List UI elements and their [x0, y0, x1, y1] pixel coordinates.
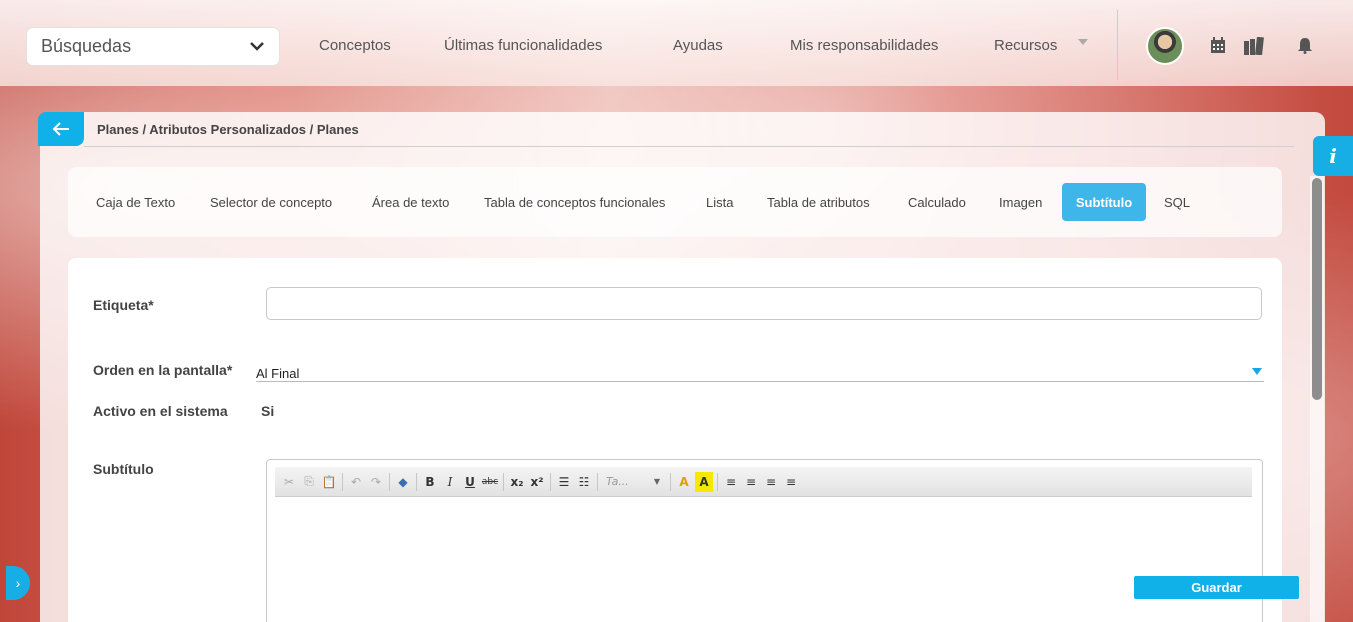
back-button[interactable] [38, 112, 84, 146]
bulleted-list-icon[interactable]: ☷ [575, 472, 593, 492]
caret-down-icon [1252, 368, 1262, 375]
tab-tabla-de-atributos[interactable]: Tabla de atributos [767, 195, 870, 210]
tab-caja-de-texto[interactable]: Caja de Texto [96, 195, 175, 210]
italic-icon[interactable]: I [441, 472, 459, 492]
books-icon[interactable] [1244, 37, 1264, 55]
header-divider [1117, 10, 1118, 80]
toolbar-separator [717, 472, 718, 491]
chevron-down-icon [250, 42, 264, 51]
cut-icon[interactable]: ✂ [280, 472, 298, 492]
toolbar-separator [342, 472, 343, 491]
breadcrumb: Planes / Atributos Personalizados / Plan… [97, 122, 359, 137]
calendar-icon[interactable] [1210, 37, 1226, 54]
toolbar-separator [550, 472, 551, 491]
chevron-right-icon: › [15, 575, 21, 591]
align-justify-icon[interactable]: ≡ [782, 472, 800, 492]
search-select-value: Búsquedas [41, 36, 132, 56]
tab-imagen[interactable]: Imagen [999, 195, 1042, 210]
nav-conceptos[interactable]: Conceptos [319, 37, 391, 54]
numbered-list-icon[interactable]: ☰ [555, 472, 573, 492]
bold-icon[interactable]: B [421, 472, 439, 492]
orden-select-value: Al Final [256, 366, 300, 381]
bell-icon[interactable] [1298, 37, 1312, 54]
strikethrough-icon[interactable]: abc [481, 472, 499, 492]
align-center-icon[interactable]: ≡ [742, 472, 760, 492]
subtitulo-label: Subtítulo [93, 461, 154, 477]
etiqueta-label: Etiqueta* [93, 297, 154, 313]
sidebar-toggle-button[interactable]: › [6, 566, 30, 600]
underline-icon[interactable]: U [461, 472, 479, 492]
toolbar-separator [389, 472, 390, 491]
toolbar-separator [503, 472, 504, 491]
text-color-icon[interactable]: A [675, 472, 693, 492]
chevron-down-icon[interactable]: ▼ [648, 472, 666, 492]
arrow-left-icon [52, 122, 69, 136]
toolbar-separator [670, 472, 671, 491]
eraser-icon[interactable]: ◆ [394, 472, 412, 492]
activo-value: Si [261, 403, 275, 419]
tab-selector-de-concepto[interactable]: Selector de concepto [210, 195, 332, 210]
copy-icon[interactable]: ⎘ [300, 472, 318, 492]
tab-sql[interactable]: SQL [1164, 195, 1190, 210]
orden-select[interactable]: Al Final [256, 362, 1264, 382]
nav-mis-responsabilidades[interactable]: Mis responsabilidades [790, 37, 938, 54]
activo-label: Activo en el sistema [93, 403, 228, 419]
scrollbar-thumb[interactable] [1312, 178, 1322, 400]
recursos-caret-icon[interactable] [1078, 39, 1088, 45]
orden-label: Orden en la pantalla* [93, 362, 233, 378]
tab-area-de-texto[interactable]: Área de texto [372, 195, 449, 210]
font-size-select[interactable]: Ta... [602, 472, 646, 492]
align-left-icon[interactable]: ≡ [722, 472, 740, 492]
subscript-icon[interactable]: x₂ [508, 472, 526, 492]
toolbar-separator [416, 472, 417, 491]
info-icon[interactable]: i [1313, 136, 1353, 176]
redo-icon[interactable]: ↷ [367, 472, 385, 492]
tab-subtitulo[interactable]: Subtítulo [1062, 183, 1146, 221]
paste-icon[interactable]: 📋 [320, 472, 338, 492]
tab-calculado[interactable]: Calculado [908, 195, 966, 210]
search-select[interactable]: Búsquedas [26, 27, 280, 66]
toolbar-separator [597, 472, 598, 491]
tab-lista[interactable]: Lista [706, 195, 733, 210]
superscript-icon[interactable]: x² [528, 472, 546, 492]
nav-ultimas-funcionalidades[interactable]: Últimas funcionalidades [444, 37, 602, 54]
avatar[interactable] [1146, 27, 1184, 65]
align-right-icon[interactable]: ≡ [762, 472, 780, 492]
breadcrumb-divider [84, 146, 1294, 147]
etiqueta-input[interactable] [266, 287, 1262, 320]
tab-tabla-de-conceptos-funcionales[interactable]: Tabla de conceptos funcionales [484, 195, 665, 210]
editor-toolbar: ✂ ⎘ 📋 ↶ ↷ ◆ B I U abc x₂ x² ☰ ☷ Ta... ▼ … [275, 467, 1252, 497]
save-button[interactable]: Guardar [1134, 576, 1299, 599]
nav-recursos[interactable]: Recursos [994, 37, 1057, 54]
nav-ayudas[interactable]: Ayudas [673, 37, 723, 54]
highlight-color-icon[interactable]: A [695, 471, 713, 492]
undo-icon[interactable]: ↶ [347, 472, 365, 492]
